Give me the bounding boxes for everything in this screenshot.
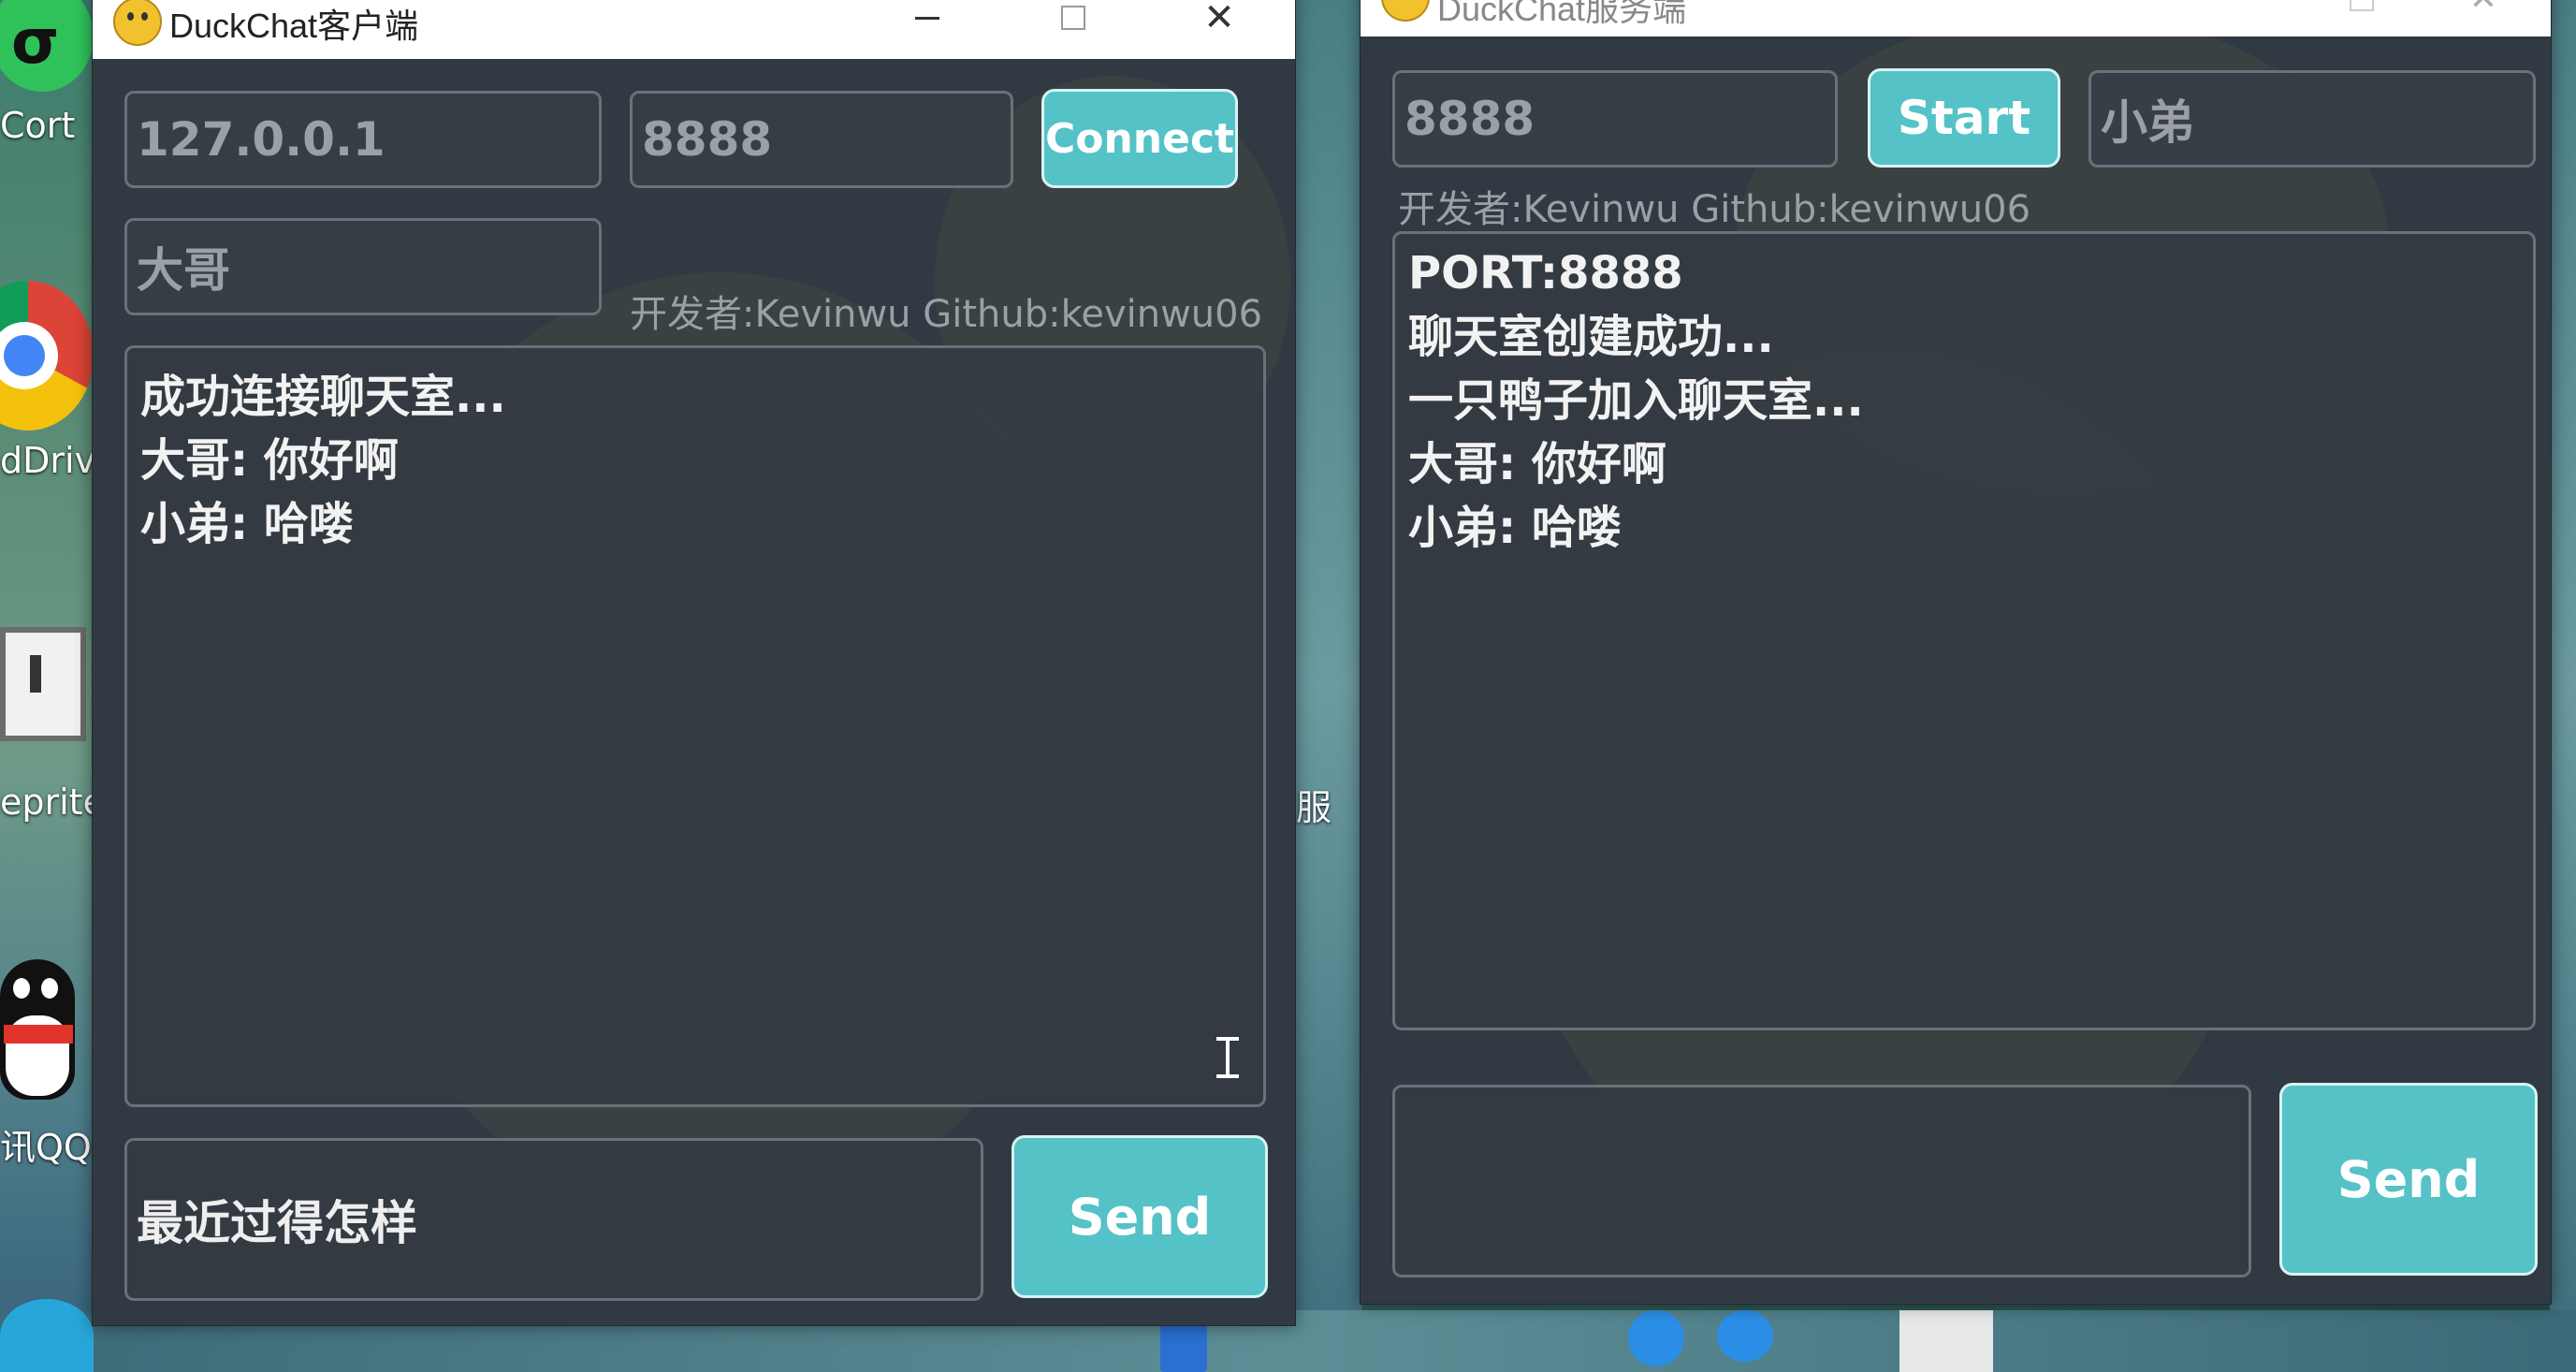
duck-app-icon — [1381, 0, 1430, 22]
maximize-button[interactable] — [1045, 0, 1101, 38]
close-button[interactable]: ✕ — [1191, 0, 1247, 38]
chat-message: 一只鸭子加入聊天室... — [1408, 374, 1864, 427]
desktop-background-right — [2550, 0, 2576, 1372]
chrome-icon[interactable] — [0, 281, 94, 431]
close-button[interactable]: ✕ — [2455, 0, 2511, 20]
duck-app-icon — [113, 0, 162, 46]
chat-message: 聊天室创建成功... — [1408, 311, 1774, 363]
taskbar-bubble-icon — [1628, 1310, 1684, 1366]
chat-log[interactable]: PORT:8888 聊天室创建成功... 一只鸭子加入聊天室... 大哥: 你好… — [1392, 231, 2536, 1030]
port-input[interactable]: 8888 — [630, 91, 1013, 188]
chat-message: 成功连接聊天室... — [140, 371, 506, 423]
maximize-icon — [1061, 6, 1085, 30]
qq-penguin-icon[interactable] — [0, 959, 94, 1109]
client-titlebar[interactable]: DuckChat客户端 ✕ — [93, 0, 1295, 59]
minimize-button[interactable] — [899, 0, 955, 38]
taskbar-bubble-icon — [1717, 1310, 1773, 1362]
taskbar-document-icon[interactable] — [1899, 1310, 1993, 1372]
desktop-icon-label-aseprite: eprite — [0, 781, 105, 823]
nickname-input[interactable]: 小弟 — [2088, 70, 2536, 168]
taskbar-app-icon[interactable] — [1160, 1323, 1207, 1372]
message-input[interactable]: 最近过得怎样 — [124, 1138, 983, 1301]
aseprite-icon[interactable] — [0, 627, 94, 758]
close-icon: ✕ — [2469, 0, 2497, 16]
client-window: DuckChat客户端 ✕ 127.0.0.1 8888 Connect 大哥 … — [92, 0, 1296, 1326]
minimize-icon — [915, 16, 939, 20]
text-cursor-icon — [1216, 1037, 1239, 1078]
server-window: DuckChat服务端 ✕ 8888 Start 小弟 开发者:Kevinwu … — [1360, 0, 2552, 1305]
desktop-background-middle — [1296, 0, 1361, 1372]
close-icon: ✕ — [1203, 0, 1235, 39]
desktop-label-fragment: 服 — [1296, 787, 1332, 828]
chat-message: 大哥: 你好啊 — [1408, 438, 1666, 490]
edge-icon[interactable] — [0, 1299, 94, 1372]
chat-log[interactable]: 成功连接聊天室... 大哥: 你好啊 小弟: 哈喽 — [124, 345, 1266, 1107]
connect-button[interactable]: Connect — [1041, 89, 1238, 188]
message-input[interactable] — [1392, 1085, 2251, 1277]
cortana-app-icon[interactable]: σ — [0, 0, 94, 94]
developer-credit: 开发者:Kevinwu Github:kevinwu06 — [630, 293, 1263, 336]
ip-input[interactable]: 127.0.0.1 — [124, 91, 602, 188]
chat-message: 小弟: 哈喽 — [140, 498, 354, 550]
send-button[interactable]: Send — [1011, 1135, 1268, 1298]
desktop-icon-label-cortana: Cort — [0, 105, 76, 146]
chat-message: PORT:8888 — [1408, 247, 1683, 299]
window-title: DuckChat服务端 — [1437, 0, 1687, 28]
send-button[interactable]: Send — [2279, 1083, 2538, 1276]
maximize-button[interactable] — [2334, 0, 2390, 20]
maximize-icon — [2350, 0, 2374, 11]
chat-message: 小弟: 哈喽 — [1408, 502, 1622, 554]
port-input[interactable]: 8888 — [1392, 70, 1838, 168]
chat-message: 大哥: 你好啊 — [140, 434, 399, 487]
start-button[interactable]: Start — [1868, 68, 2060, 168]
window-title: DuckChat客户端 — [169, 7, 419, 45]
server-titlebar[interactable]: DuckChat服务端 ✕ — [1361, 0, 2551, 36]
developer-credit: 开发者:Kevinwu Github:kevinwu06 — [1398, 188, 2031, 231]
desktop-icon-label-qq: 讯QQ — [0, 1127, 92, 1168]
nickname-input[interactable]: 大哥 — [124, 218, 602, 315]
